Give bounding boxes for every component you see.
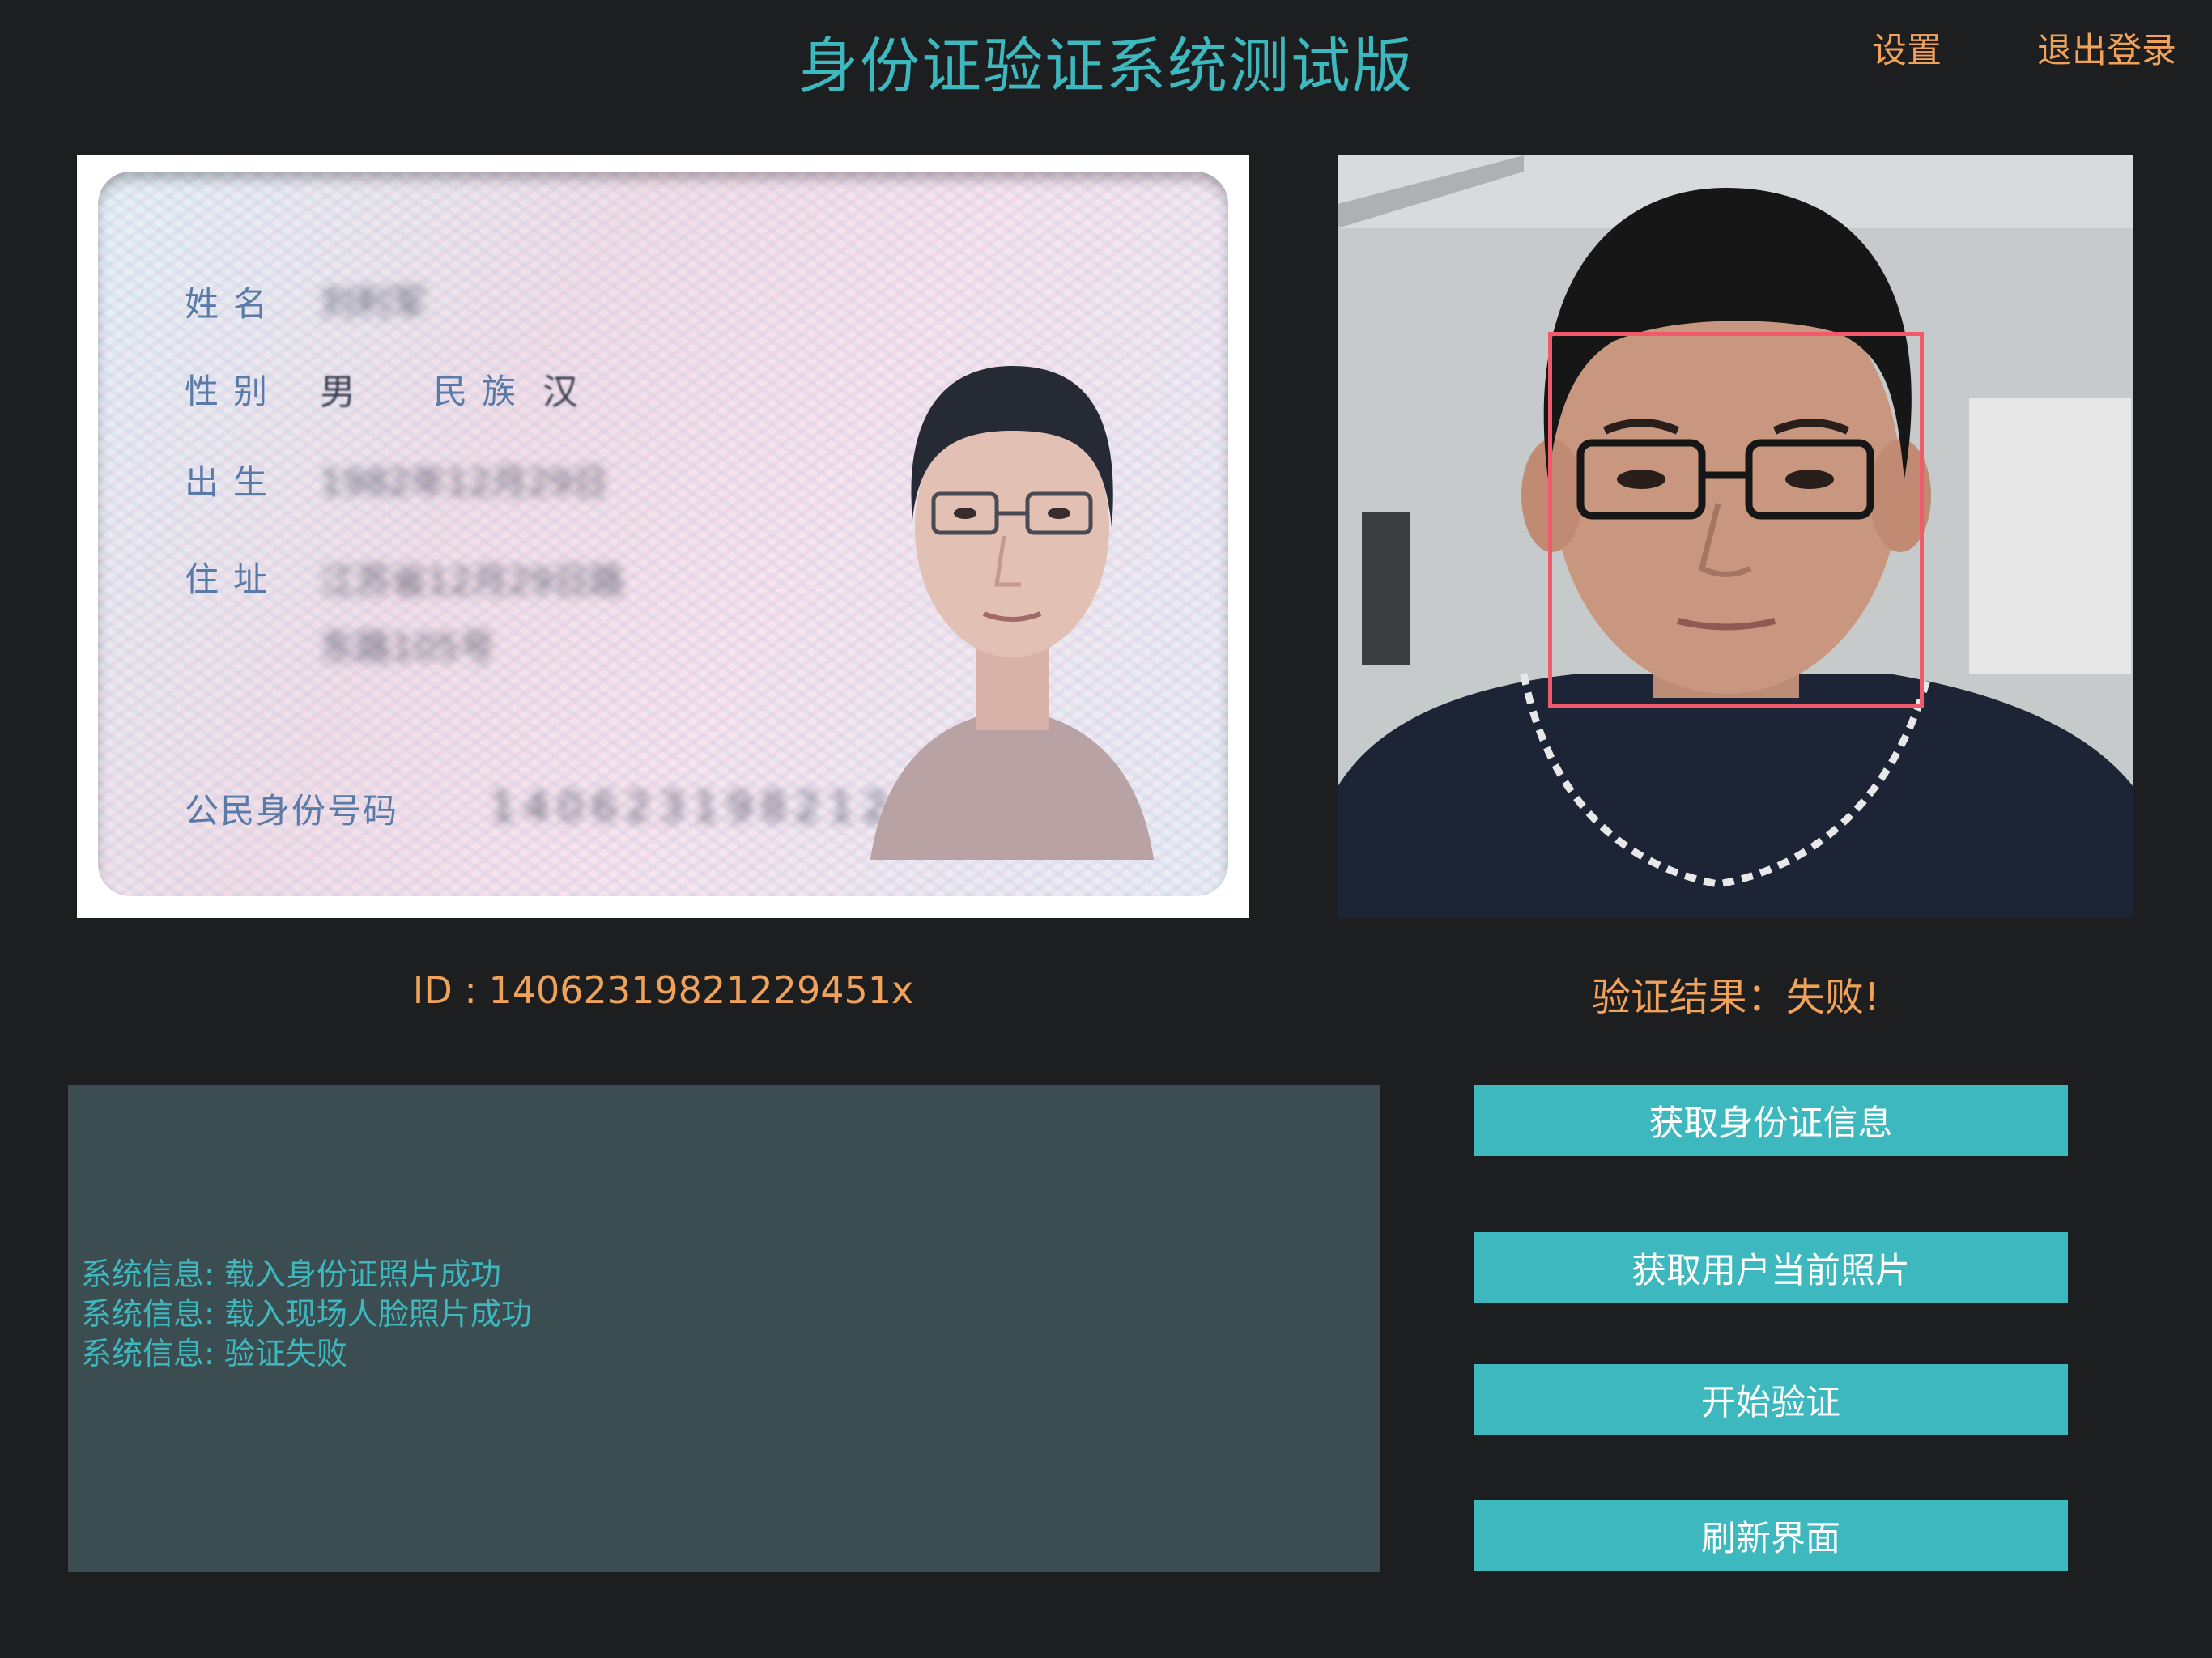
card-field-address-line2: 东路105号 (320, 627, 495, 669)
face-detection-box (1548, 332, 1924, 708)
card-field-ethnicity-label: 民族 (433, 372, 531, 411)
card-field-name-value: 刘利军 (320, 283, 427, 324)
id-card-image: 姓名 刘利军 性别 男 民族 汉 出生 1982年12月29日 住址 江苏省12… (77, 155, 1249, 918)
result-value: 失败! (1785, 975, 1880, 1020)
card-number-label: 公民身份号码 (185, 791, 399, 831)
card-field-name-label: 姓名 (185, 284, 283, 324)
card-field-birth-label: 出生 (185, 462, 283, 502)
get-id-info-button[interactable]: 获取身份证信息 (1474, 1085, 2068, 1156)
log-line: 系统信息: 验证失败 (81, 1336, 347, 1371)
card-portrait (870, 366, 1154, 860)
system-log-lines: 系统信息: 载入身份证照片成功 系统信息: 载入现场人脸照片成功 系统信息: 验… (81, 1255, 532, 1374)
verification-result: 验证结果：失败! (1338, 965, 2133, 1022)
start-verification-button[interactable]: 开始验证 (1474, 1364, 2068, 1435)
card-field-gender-value: 男 (320, 372, 355, 413)
get-user-photo-button[interactable]: 获取用户当前照片 (1474, 1232, 2068, 1303)
settings-link[interactable]: 设置 (1872, 23, 1942, 73)
card-field-gender-label: 性别 (185, 372, 283, 411)
card-field-address-label: 住址 (185, 559, 283, 599)
refresh-button[interactable]: 刷新界面 (1474, 1500, 2068, 1571)
card-field-address-value: 江苏省12月29日路 (320, 561, 624, 602)
system-log-panel[interactable]: 系统信息: 载入身份证照片成功 系统信息: 载入现场人脸照片成功 系统信息: 验… (68, 1085, 1380, 1572)
log-line: 系统信息: 载入身份证照片成功 (81, 1256, 501, 1292)
log-line: 系统信息: 载入现场人脸照片成功 (81, 1296, 532, 1332)
card-field-birth-value: 1982年12月29日 (320, 462, 608, 504)
card-field-ethnicity-value: 汉 (542, 372, 578, 413)
logout-link[interactable]: 退出登录 (2037, 23, 2176, 73)
result-label: 验证结果： (1591, 975, 1786, 1020)
id-number-readout: ID : 14062319821229451x (412, 968, 914, 1012)
